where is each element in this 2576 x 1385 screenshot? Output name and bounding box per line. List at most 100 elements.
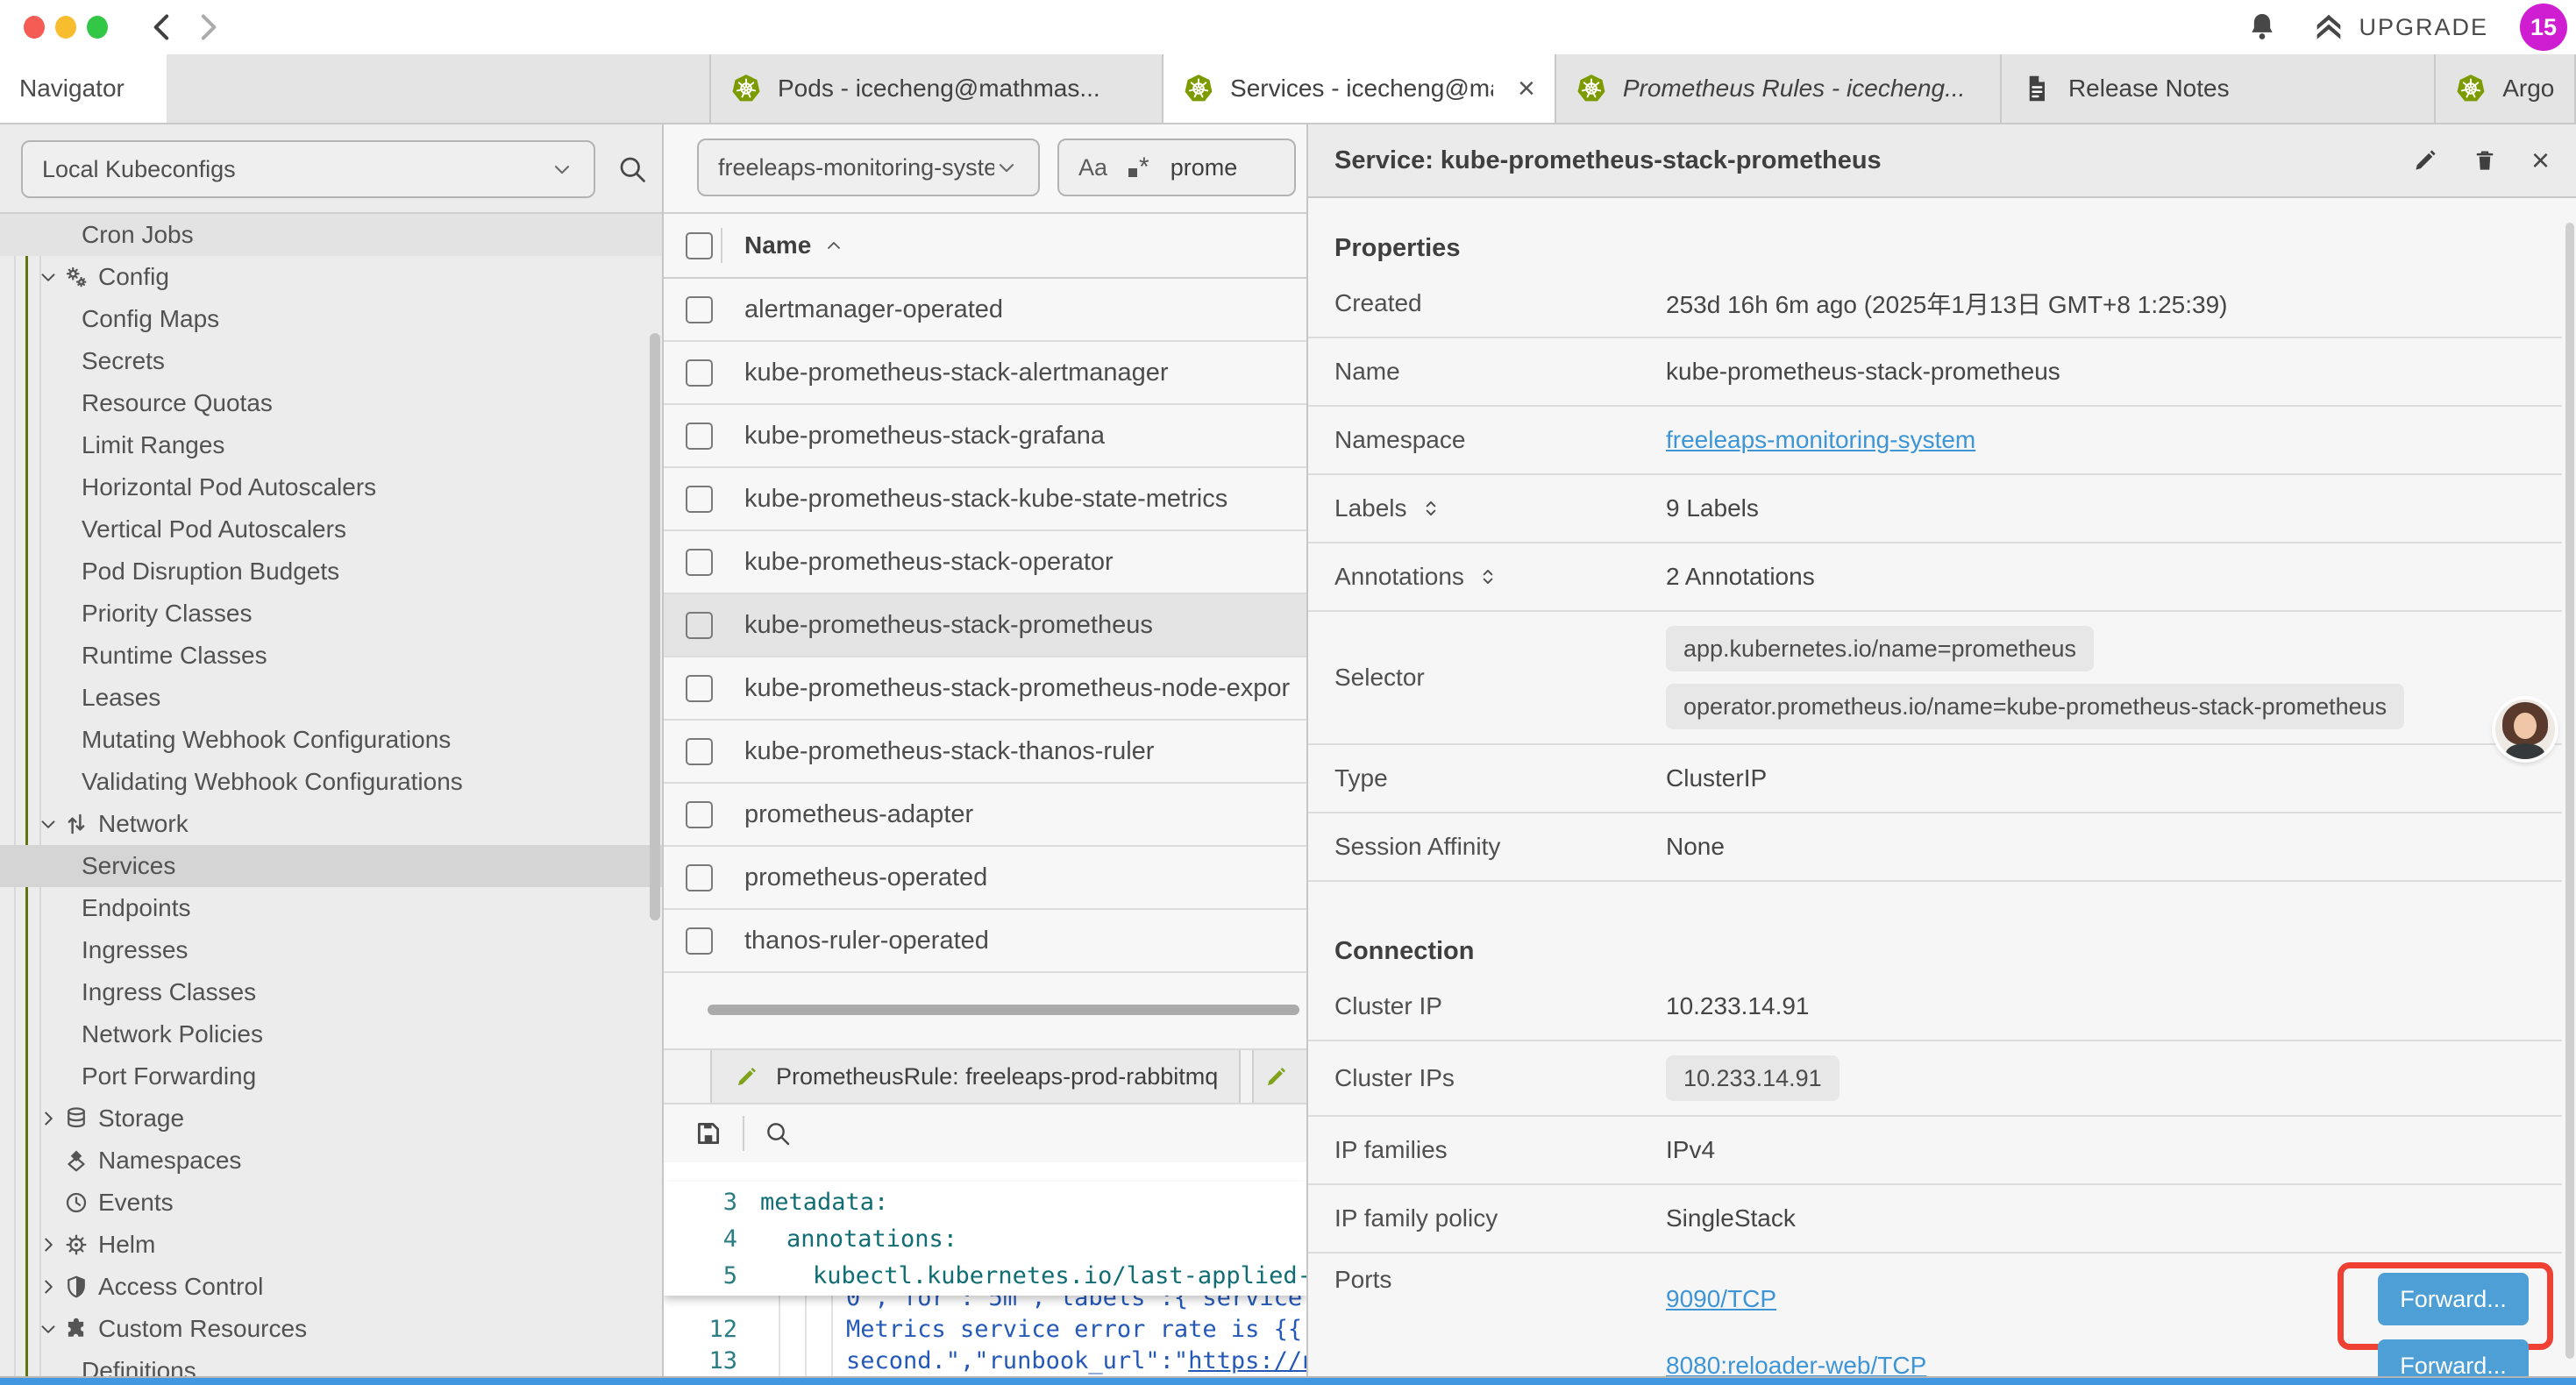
row-checkbox[interactable]	[686, 927, 713, 955]
row-checkbox[interactable]	[686, 359, 713, 387]
delete-trash-icon[interactable]	[2472, 147, 2498, 174]
sidebar-item-vertical-pod-autoscalers[interactable]: Vertical Pod Autoscalers	[0, 508, 662, 550]
sidebar-item-endpoints[interactable]: Endpoints	[0, 887, 662, 929]
kubeconfig-selector[interactable]: Local Kubeconfigs	[21, 140, 595, 198]
close-window-button[interactable]	[24, 16, 45, 39]
forward-button[interactable]: Forward...	[2378, 1339, 2529, 1378]
notification-count-badge[interactable]: 15	[2520, 4, 2567, 51]
upgrade-button[interactable]: UPGRADE	[2311, 10, 2488, 45]
horizontal-scrollbar[interactable]	[708, 1005, 1299, 1015]
table-row-alertmanager-operated[interactable]: alertmanager-operated	[664, 279, 1306, 342]
table-header: Name	[664, 214, 1306, 279]
avatar[interactable]	[2495, 700, 2555, 759]
row-checkbox[interactable]	[686, 738, 713, 765]
row-checkbox[interactable]	[686, 549, 713, 576]
sidebar-item-config[interactable]: Config	[0, 256, 662, 298]
back-button[interactable]	[146, 10, 181, 49]
sidebar-item-config-maps[interactable]: Config Maps	[0, 298, 662, 340]
port-link[interactable]: 8080:reloader-web/TCP	[1666, 1352, 1926, 1378]
details-scrollbar[interactable]	[2565, 223, 2574, 1359]
sidebar-item-custom-resources[interactable]: Custom Resources	[0, 1308, 662, 1350]
sidebar-item-pod-disruption-budgets[interactable]: Pod Disruption Budgets	[0, 550, 662, 593]
match-case-toggle[interactable]: Aa	[1078, 154, 1107, 181]
sidebar-item-ingresses[interactable]: Ingresses	[0, 929, 662, 971]
row-checkbox[interactable]	[686, 486, 713, 513]
sidebar-item-events[interactable]: Events	[0, 1182, 662, 1224]
sidebar-item-leases[interactable]: Leases	[0, 677, 662, 719]
row-checkbox[interactable]	[686, 801, 713, 828]
row-checkbox[interactable]	[686, 612, 713, 639]
row-checkbox[interactable]	[686, 675, 713, 702]
regex-toggle[interactable]: *	[1128, 156, 1149, 179]
table-row-prometheus-operated[interactable]: prometheus-operated	[664, 847, 1306, 910]
detail-row-cluster-ips: Cluster IPs10.233.14.91	[1308, 1041, 2562, 1117]
sidebar-item-port-forwarding[interactable]: Port Forwarding	[0, 1055, 662, 1097]
sidebar-item-ingress-classes[interactable]: Ingress Classes	[0, 971, 662, 1013]
sidebar-item-storage[interactable]: Storage	[0, 1097, 662, 1140]
table-row-kube-prometheus-stack-grafana[interactable]: kube-prometheus-stack-grafana	[664, 405, 1306, 468]
namespace-link[interactable]: freeleaps-monitoring-system	[1666, 426, 1975, 454]
tab-prometheus-rules-icecheng[interactable]: Prometheus Rules - icecheng...	[1556, 54, 2002, 123]
expander-icon-wrap[interactable]	[1420, 497, 1442, 520]
sidebar-item-limit-ranges[interactable]: Limit Ranges	[0, 424, 662, 466]
table-row-kube-prometheus-stack-prometheus-node-expor[interactable]: kube-prometheus-stack-prometheus-node-ex…	[664, 657, 1306, 721]
sidebar-item-validating-webhook-configurations[interactable]: Validating Webhook Configurations	[0, 761, 662, 803]
editor-search-icon[interactable]	[764, 1119, 792, 1147]
code-link[interactable]: https://net	[1188, 1347, 1306, 1374]
row-checkbox[interactable]	[686, 296, 713, 323]
table-row-thanos-ruler-operated[interactable]: thanos-ruler-operated	[664, 910, 1306, 973]
table-row-kube-prometheus-stack-thanos-ruler[interactable]: kube-prometheus-stack-thanos-ruler	[664, 721, 1306, 784]
sidebar-item-cron-jobs[interactable]: Cron Jobs	[0, 214, 662, 256]
detail-row-ip-families: IP familiesIPv4	[1308, 1117, 2562, 1185]
section-label: Properties	[1334, 234, 1460, 263]
sidebar-item-definitions[interactable]: Definitions	[0, 1350, 662, 1378]
editor-tab-prometheusrule[interactable]: PrometheusRule: freeleaps-prod-rabbitmq	[710, 1050, 1241, 1103]
sidebar-item-resource-quotas[interactable]: Resource Quotas	[0, 382, 662, 424]
namespaces-icon-slot	[63, 1147, 98, 1174]
row-checkbox[interactable]	[686, 864, 713, 891]
edit-pencil-icon[interactable]	[2412, 147, 2438, 174]
sidebar-item-runtime-classes[interactable]: Runtime Classes	[0, 635, 662, 677]
navigator-scrollbar[interactable]	[650, 333, 660, 920]
tab-pods-icecheng-mathmas[interactable]: Pods - icecheng@mathmas...	[711, 54, 1163, 123]
sidebar-item-mutating-webhook-configurations[interactable]: Mutating Webhook Configurations	[0, 719, 662, 761]
zoom-window-button[interactable]	[87, 16, 108, 39]
sidebar-item-services[interactable]: Services	[0, 845, 662, 887]
notifications-bell-icon[interactable]	[2245, 10, 2280, 45]
table-row-prometheus-adapter[interactable]: prometheus-adapter	[664, 784, 1306, 847]
table-row-kube-prometheus-stack-prometheus[interactable]: kube-prometheus-stack-prometheus	[664, 594, 1306, 657]
navigator-panel-tab[interactable]: Navigator	[0, 54, 167, 123]
sidebar-item-network-policies[interactable]: Network Policies	[0, 1013, 662, 1055]
yaml-editor[interactable]: 0","for":"5m","labels":{"service":"12Met…	[664, 1162, 1306, 1378]
port-link[interactable]: 9090/TCP	[1666, 1285, 1776, 1313]
close-icon[interactable]: ×	[2531, 142, 2550, 179]
row-checkbox[interactable]	[686, 423, 713, 450]
minimize-window-button[interactable]	[55, 16, 76, 39]
search-input[interactable]: Aa * prome	[1057, 138, 1296, 196]
name-column-header[interactable]: Name	[744, 231, 844, 259]
table-row-kube-prometheus-stack-operator[interactable]: kube-prometheus-stack-operator	[664, 531, 1306, 594]
detail-value: 9 Labels	[1666, 494, 1759, 522]
clock-icon-slot	[63, 1190, 98, 1216]
navigator-search-icon[interactable]	[616, 153, 648, 185]
sidebar-item-priority-classes[interactable]: Priority Classes	[0, 593, 662, 635]
sidebar-item-horizontal-pod-autoscalers[interactable]: Horizontal Pod Autoscalers	[0, 466, 662, 508]
save-icon[interactable]	[694, 1119, 723, 1148]
sidebar-item-helm[interactable]: Helm	[0, 1224, 662, 1266]
forward-button[interactable]	[189, 10, 224, 49]
table-row-kube-prometheus-stack-kube-state-metrics[interactable]: kube-prometheus-stack-kube-state-metrics	[664, 468, 1306, 531]
sidebar-item-namespaces[interactable]: Namespaces	[0, 1140, 662, 1182]
expander-icon-wrap[interactable]	[1477, 565, 1499, 588]
editor-tab-partial[interactable]	[1252, 1050, 1306, 1103]
select-all-checkbox[interactable]	[686, 232, 713, 259]
sidebar-item-access-control[interactable]: Access Control	[0, 1266, 662, 1308]
tab-argo-se[interactable]: Argo Se	[2436, 54, 2576, 123]
table-row-kube-prometheus-stack-alertmanager[interactable]: kube-prometheus-stack-alertmanager	[664, 342, 1306, 405]
namespace-selector[interactable]: freeleaps-monitoring-system	[697, 138, 1040, 196]
close-tab-icon[interactable]: ×	[1518, 72, 1535, 106]
detail-label: Cluster IP	[1308, 992, 1666, 1020]
tab-release-notes[interactable]: Release Notes	[2002, 54, 2436, 123]
sidebar-item-network[interactable]: Network	[0, 803, 662, 845]
sidebar-item-secrets[interactable]: Secrets	[0, 340, 662, 382]
tab-services-icecheng-math[interactable]: Services - icecheng@math...×	[1163, 54, 1556, 123]
